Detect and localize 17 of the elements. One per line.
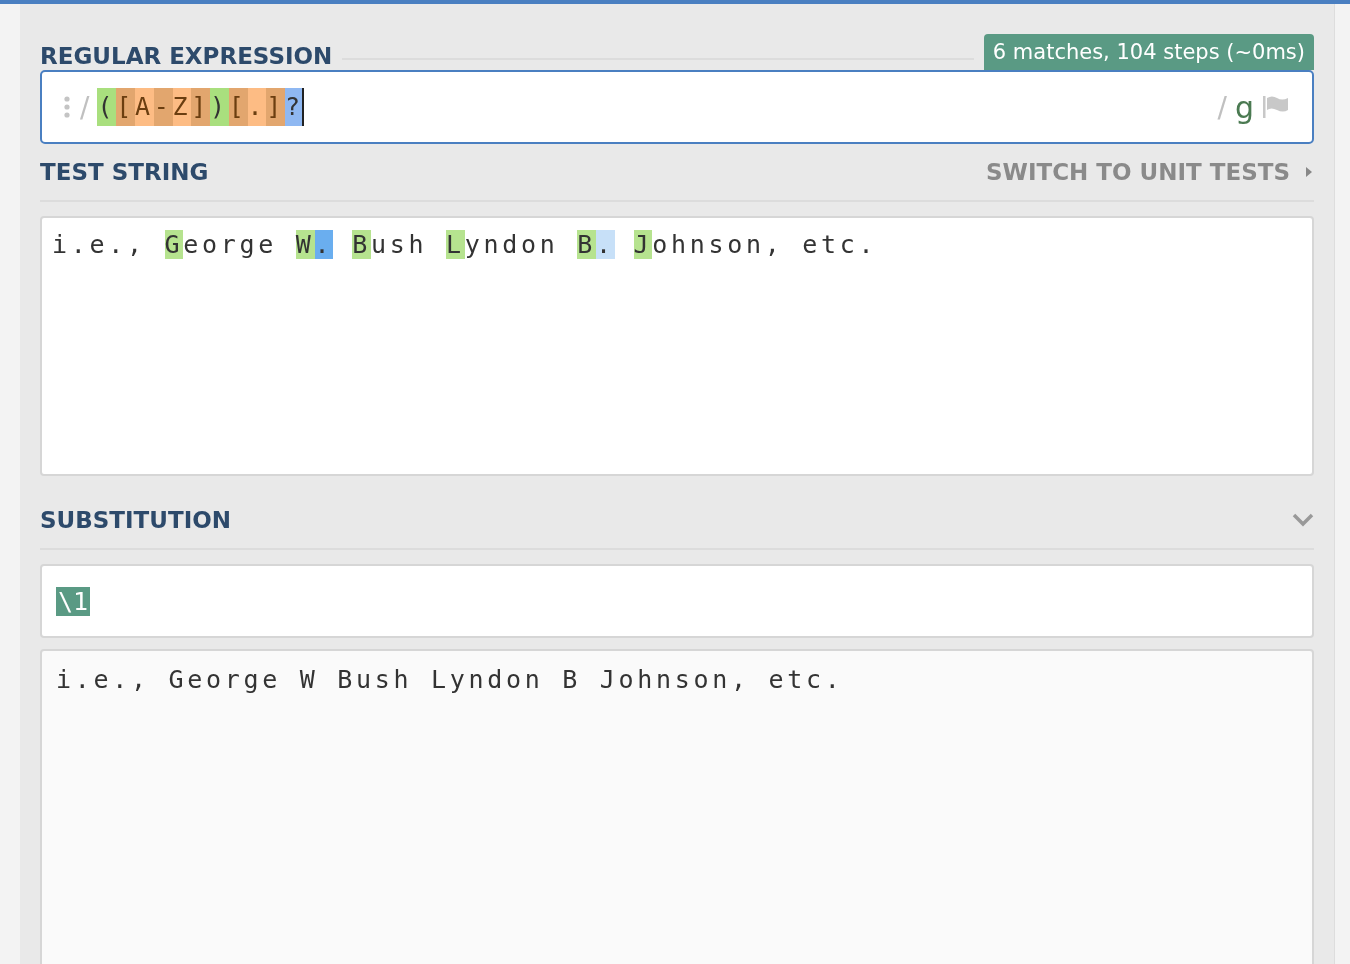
match-status-badge: 6 matches, 104 steps (~0ms) bbox=[983, 34, 1314, 70]
result-text: i.e., George W Bush Lyndon B Johnson, etc. bbox=[56, 665, 844, 694]
caret-icon[interactable] bbox=[1304, 165, 1314, 179]
regex-delimiter: / bbox=[80, 90, 90, 124]
section-heading: TEST STRING bbox=[40, 158, 209, 186]
regex-flags[interactable]: g bbox=[1234, 89, 1254, 125]
regex-delimiter: / bbox=[1217, 90, 1227, 124]
drag-handle-icon[interactable] bbox=[64, 96, 70, 118]
section-heading: REGULAR EXPRESSION bbox=[40, 42, 333, 70]
regex-input[interactable]: / ([A-Z])[.]? / g bbox=[40, 70, 1314, 144]
chevron-down-icon[interactable] bbox=[1292, 513, 1314, 527]
substitution-pattern: \1 bbox=[56, 586, 91, 616]
switch-to-unit-tests-link[interactable]: SWITCH TO UNIT TESTS bbox=[986, 159, 1290, 185]
substitution-field[interactable]: \1 bbox=[40, 564, 1314, 638]
section-heading: SUBSTITUTION bbox=[40, 506, 231, 534]
flag-icon[interactable] bbox=[1262, 95, 1290, 119]
regex-pattern: ([A-Z])[.]? bbox=[97, 88, 304, 126]
